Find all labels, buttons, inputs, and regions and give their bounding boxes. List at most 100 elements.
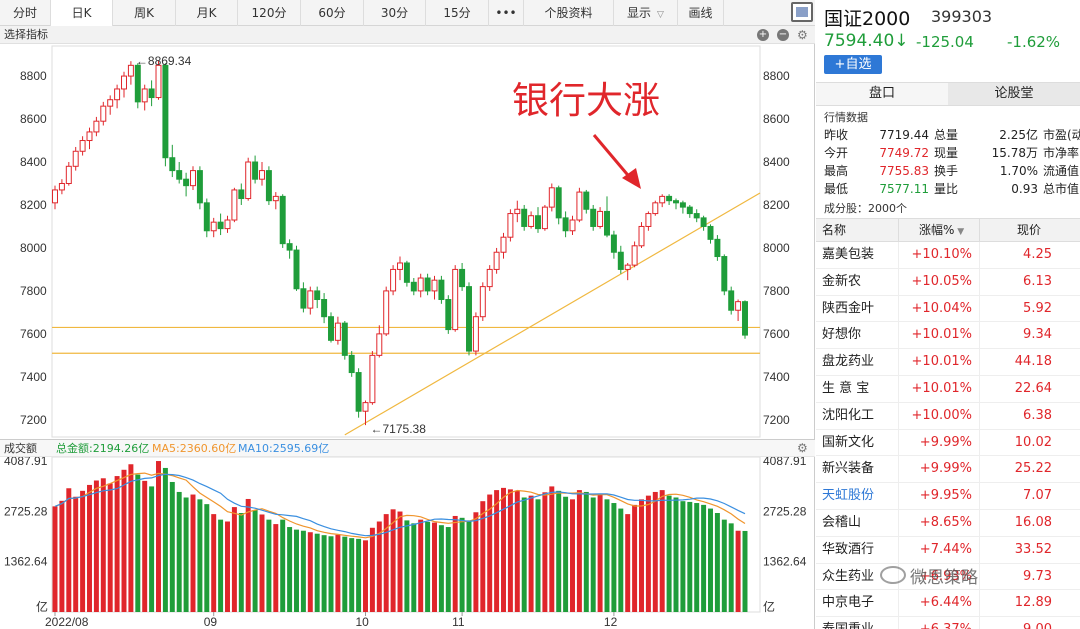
candle-body	[238, 189, 245, 200]
volume-bar	[618, 508, 624, 612]
volume-bar	[169, 481, 175, 612]
candle-body	[679, 202, 686, 208]
volume-bar	[162, 467, 168, 612]
volume-bar	[266, 519, 272, 612]
list-header-name[interactable]: 名称	[822, 219, 846, 241]
volume-bar	[204, 504, 210, 612]
tab-lungutang[interactable]: 论股堂	[948, 83, 1080, 105]
list-item[interactable]: 天虹股份 +9.95% 7.07	[816, 483, 1080, 510]
volume-bar	[652, 491, 658, 612]
price-tick-right: 8200	[763, 198, 790, 212]
volume-bar	[611, 503, 617, 612]
volume-bar	[321, 535, 327, 612]
list-item[interactable]: 陕西金叶 +10.04% 5.92	[816, 295, 1080, 323]
stock-name: 国证2000	[824, 8, 911, 30]
volume-bar	[521, 497, 527, 612]
quote-label: 总量	[934, 128, 959, 142]
volume-bar	[445, 527, 451, 612]
candle-body	[735, 301, 742, 311]
stock-item-price: 7.07	[1023, 488, 1052, 504]
volume-bar	[701, 504, 707, 612]
volume-bar	[52, 506, 58, 612]
volume-bar	[625, 514, 631, 612]
candle-body	[541, 206, 548, 230]
candle-body	[659, 195, 666, 204]
quote-value: 1.70%	[999, 164, 1038, 178]
stock-item-name: 国新文化	[822, 434, 875, 450]
volume-bar	[673, 497, 679, 612]
list-item[interactable]: 新兴装备 +9.99% 25.22	[816, 456, 1080, 484]
stock-item-pct: +10.05%	[911, 273, 972, 289]
candle-body	[259, 170, 265, 180]
candle-body	[52, 189, 58, 204]
candle-body	[307, 290, 314, 309]
volume-unit-right: 亿	[763, 599, 775, 614]
stock-item-price: 10.02	[1014, 434, 1052, 450]
price-tick-left: 7400	[20, 370, 47, 384]
list-item[interactable]: 泰国重业 +6.37% 9.00	[816, 617, 1080, 629]
candle-body	[555, 187, 562, 219]
candle-body	[472, 316, 479, 352]
candle-body	[645, 213, 652, 227]
candle-body	[617, 251, 624, 270]
quote-label: 流通值	[1043, 164, 1080, 178]
list-item[interactable]: 沈阳化工 +10.00% 6.38	[816, 402, 1080, 430]
list-item[interactable]: 中京电子 +6.44% 12.89	[816, 590, 1080, 618]
trend-line	[344, 192, 761, 436]
stock-item-pct: +7.44%	[919, 541, 972, 557]
stock-item-price: 5.92	[1023, 300, 1052, 316]
price-tick-left: 8600	[20, 112, 47, 126]
candle-body	[466, 286, 472, 352]
candle-body	[700, 217, 707, 227]
list-item[interactable]: 华致酒行 +7.44% 33.52	[816, 536, 1080, 564]
stock-item-name: 盘龙药业	[822, 354, 875, 370]
candle-body	[183, 178, 190, 187]
stock-item-name: 会稽山	[822, 514, 862, 530]
kline-chart[interactable]: 8800 8800 8600 8600 8400 8400 8200 8200 8000 8000…	[0, 0, 815, 629]
stock-item-price: 9.34	[1023, 327, 1052, 343]
x-axis-label: 11	[452, 615, 465, 629]
volume-settings-gear-icon[interactable]: ⚙	[797, 441, 808, 455]
volume-bar	[259, 514, 265, 612]
volume-bar	[142, 480, 148, 612]
candle-body	[65, 165, 72, 184]
stock-item-pct: +10.01%	[911, 380, 972, 396]
volume-bar	[583, 491, 589, 612]
volume-total-label: 总金额:2194.26亿	[56, 442, 150, 455]
quote-value: 15.78万	[991, 146, 1038, 160]
list-item[interactable]: 好想你 +10.01% 9.34	[816, 322, 1080, 350]
add-watchlist-button[interactable]: +自选	[824, 55, 882, 74]
list-item[interactable]: 会稽山 +8.65% 16.08	[816, 509, 1080, 537]
list-item[interactable]: 嘉美包装 +10.10% 4.25	[816, 242, 1080, 269]
list-item[interactable]: 国新文化 +9.99% 10.02	[816, 429, 1080, 457]
volume-bar	[294, 529, 299, 612]
stock-item-price: 25.22	[1014, 461, 1052, 477]
list-item[interactable]: 金新农 +10.05% 6.13	[816, 268, 1080, 296]
candle-body	[410, 281, 417, 292]
price-tick-right: 7200	[763, 413, 790, 427]
volume-bar	[466, 520, 472, 612]
annotation-arrow-line	[592, 134, 634, 181]
volume-bar	[73, 496, 79, 612]
candle-body	[148, 88, 155, 99]
stock-item-name: 好想你	[822, 327, 862, 343]
volume-bar	[238, 513, 244, 612]
candle-body	[686, 206, 693, 215]
candle-body	[390, 268, 397, 292]
volume-bar	[225, 521, 230, 612]
list-header-pct[interactable]: 涨幅% ▼	[919, 219, 964, 243]
list-item[interactable]: 盘龙药业 +10.01% 44.18	[816, 349, 1080, 376]
list-header-price[interactable]: 现价	[1017, 219, 1041, 241]
volume-bar	[432, 522, 437, 612]
list-item[interactable]: 生 意 宝 +10.01% 22.64	[816, 375, 1080, 403]
chart-area: 分时 日K 周K 月K 120分 60分 30分 15分 ••• 个股资料 显示 ▽ 画线 选择指标 +…	[0, 0, 815, 629]
tab-pankou[interactable]: 盘口	[816, 83, 948, 105]
candle-body	[376, 333, 383, 356]
volume-bar	[728, 523, 734, 612]
volume-bar	[528, 495, 534, 612]
volume-bar	[66, 488, 72, 612]
candle-body	[328, 316, 334, 341]
candle-body	[334, 322, 341, 341]
candle-body	[673, 200, 679, 204]
volume-bar	[128, 464, 134, 612]
